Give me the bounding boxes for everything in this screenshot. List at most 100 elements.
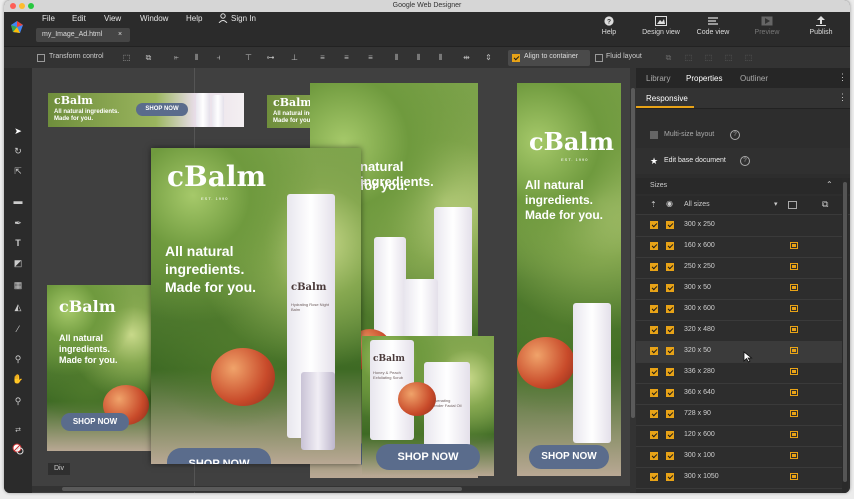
bounding-box-icon[interactable]: ⬚: [122, 53, 131, 62]
size-enabled-checkbox[interactable]: [650, 431, 658, 439]
3d-rotation-tool-icon[interactable]: ↻: [12, 146, 24, 156]
ad-preview-selected[interactable]: cBalm EST. 1990 All natural ingredients.…: [151, 148, 361, 464]
close-window-button[interactable]: [10, 3, 16, 9]
panel-scrollbar[interactable]: [842, 178, 848, 493]
size-visible-checkbox[interactable]: [666, 473, 674, 481]
sort-icon[interactable]: ⇡: [650, 200, 657, 209]
size-container-icon[interactable]: [790, 242, 798, 249]
distribute-left-icon[interactable]: ⦀: [392, 53, 401, 62]
size-container-icon[interactable]: [790, 347, 798, 354]
size-visible-checkbox[interactable]: [666, 284, 674, 292]
size-row[interactable]: 300 x 100: [636, 446, 842, 468]
size-container-icon[interactable]: [790, 389, 798, 396]
match-width-icon[interactable]: ⇹: [462, 53, 471, 62]
subtab-menu-icon[interactable]: ⋮: [838, 92, 847, 103]
size-enabled-checkbox[interactable]: [650, 347, 658, 355]
rotate-icon[interactable]: ⬚: [724, 53, 733, 62]
3d-translation-tool-icon[interactable]: ⇱: [12, 166, 24, 176]
align-to-container-checkbox[interactable]: [512, 54, 520, 62]
size-enabled-checkbox[interactable]: [650, 368, 658, 376]
size-enabled-checkbox[interactable]: [650, 221, 658, 229]
file-tab[interactable]: my_Image_Ad.html ×: [36, 28, 130, 42]
design-stage[interactable]: cBalm All natural ingredients. Made for …: [32, 68, 636, 493]
shape-tool-icon[interactable]: ◩: [12, 258, 24, 268]
size-enabled-checkbox[interactable]: [650, 473, 658, 481]
visibility-icon[interactable]: ◉: [666, 199, 673, 208]
fill-tool-icon[interactable]: ▦: [12, 280, 24, 290]
size-container-icon[interactable]: [790, 368, 798, 375]
size-container-icon[interactable]: [790, 305, 798, 312]
size-container-icon[interactable]: [790, 473, 798, 480]
align-top-icon[interactable]: ⊤: [244, 53, 253, 62]
shop-now-button[interactable]: SHOP NOW: [529, 445, 609, 469]
duplicate-icon[interactable]: ⧉: [664, 53, 673, 62]
shop-now-button[interactable]: SHOP NOW: [136, 103, 188, 116]
crop-icon[interactable]: ⬚: [684, 53, 693, 62]
size-visible-checkbox[interactable]: [666, 389, 674, 397]
help-button[interactable]: ? Help: [586, 16, 632, 36]
edit-base-help-icon[interactable]: ?: [740, 156, 750, 166]
size-container-icon[interactable]: [790, 410, 798, 417]
size-row[interactable]: 336 x 280: [636, 362, 842, 384]
size-visible-checkbox[interactable]: [666, 263, 674, 271]
ad-preview-728x90[interactable]: cBalm All natural ingredients. Made for …: [48, 93, 244, 127]
align-to-container-toggle[interactable]: Align to container: [508, 50, 590, 66]
ad-preview-160x600[interactable]: cBalm EST. 1990 All natural ingredients.…: [517, 83, 621, 476]
horizontal-scrollbar[interactable]: [32, 486, 630, 492]
size-row[interactable]: 160 x 600: [636, 236, 842, 258]
vertical-scrollbar-thumb[interactable]: [631, 88, 635, 418]
flip-icon[interactable]: ⬚: [704, 53, 713, 62]
text-tool-icon[interactable]: T: [12, 238, 24, 248]
menu-file[interactable]: File: [42, 14, 55, 23]
menu-window[interactable]: Window: [140, 14, 168, 23]
align-right-icon[interactable]: ⫞: [214, 53, 223, 62]
size-visible-checkbox[interactable]: [666, 305, 674, 313]
pin-tool-icon[interactable]: ⚲: [12, 354, 24, 364]
horizontal-scrollbar-thumb[interactable]: [62, 487, 462, 491]
shop-now-button[interactable]: SHOP NOW: [167, 448, 271, 464]
size-visible-checkbox[interactable]: [666, 452, 674, 460]
sign-in-link[interactable]: Sign In: [231, 14, 256, 23]
size-enabled-checkbox[interactable]: [650, 452, 658, 460]
add-size-icon[interactable]: ⧉: [822, 199, 828, 210]
size-container-icon[interactable]: [790, 452, 798, 459]
distribute-bottom-icon[interactable]: ≡: [366, 53, 375, 62]
fluid-layout-checkbox[interactable]: [595, 54, 603, 62]
pen-tool-icon[interactable]: ✒: [12, 218, 24, 228]
close-tab-icon[interactable]: ×: [118, 28, 122, 42]
size-container-icon[interactable]: [790, 326, 798, 333]
menu-view[interactable]: View: [104, 14, 121, 23]
panel-menu-icon[interactable]: ⋮: [838, 72, 847, 83]
size-lock-icon[interactable]: [788, 201, 797, 209]
align-left-icon[interactable]: ⫦: [172, 53, 181, 62]
size-row[interactable]: 300 x 50: [636, 278, 842, 300]
all-sizes-dropdown-icon[interactable]: ▾: [774, 200, 778, 208]
paint-bucket-tool-icon[interactable]: ◭: [12, 302, 24, 312]
size-row[interactable]: 300 x 1050: [636, 467, 842, 489]
element-breadcrumb[interactable]: Div: [48, 463, 70, 475]
collapse-sizes-icon[interactable]: ⌃: [826, 180, 833, 189]
size-row[interactable]: 120 x 600: [636, 425, 842, 447]
size-visible-checkbox[interactable]: [666, 410, 674, 418]
tab-properties[interactable]: Properties: [686, 74, 722, 83]
color-picker-tool-icon[interactable]: ⁄: [12, 324, 24, 334]
size-enabled-checkbox[interactable]: [650, 410, 658, 418]
design-view-button[interactable]: Design view: [638, 16, 684, 36]
distribute-right-icon[interactable]: ⦀: [436, 53, 445, 62]
size-row[interactable]: 300 x 250: [636, 215, 842, 237]
zoom-tool-icon[interactable]: ⚲: [12, 396, 24, 406]
size-visible-checkbox[interactable]: [666, 368, 674, 376]
distribute-center-icon[interactable]: ⦀: [414, 53, 423, 62]
distribute-top-icon[interactable]: ≡: [318, 53, 327, 62]
transform-control-checkbox[interactable]: [37, 54, 45, 62]
tab-responsive[interactable]: Responsive: [646, 94, 688, 103]
minimize-window-button[interactable]: [19, 3, 25, 9]
size-row[interactable]: 360 x 640: [636, 383, 842, 405]
multi-size-checkbox[interactable]: [650, 131, 658, 139]
size-container-icon[interactable]: [790, 431, 798, 438]
ad-preview-300x250[interactable]: cBalm All natural ingredients. Made for …: [47, 285, 153, 451]
shop-now-button[interactable]: SHOP NOW: [376, 444, 480, 470]
size-visible-checkbox[interactable]: [666, 347, 674, 355]
preview-button[interactable]: Preview: [744, 16, 790, 36]
size-row[interactable]: 320 x 480: [636, 320, 842, 342]
